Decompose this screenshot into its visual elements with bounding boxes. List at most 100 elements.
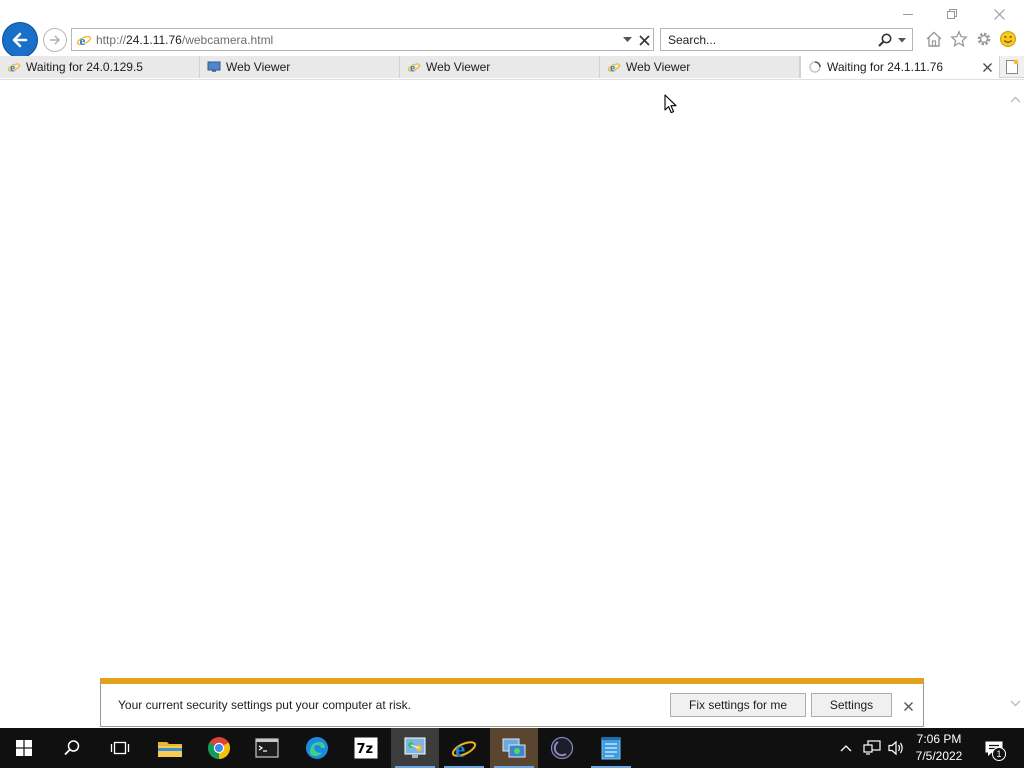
url-protocol: http:// [96,33,127,47]
tab-waiting-24-0-129-5[interactable]: e Waiting for 24.0.129.5 [0,56,200,78]
fix-settings-button[interactable]: Fix settings for me [670,693,806,717]
home-icon [926,31,942,47]
loading-spinner-icon [807,59,823,75]
ie-page-icon: e [606,59,622,75]
taskbar-notepad[interactable] [587,728,635,768]
search-dropdown-icon[interactable] [897,32,907,51]
vertical-scrollbar[interactable] [1006,80,1024,729]
search-icon[interactable] [877,32,893,51]
tab-web-viewer-2[interactable]: e Web Viewer [400,56,600,78]
taskbar-network-manager[interactable] [490,728,538,768]
tab-label: Web Viewer [626,60,691,74]
ie-page-icon: e [406,59,422,75]
notification-close-button[interactable] [900,698,916,714]
tab-label: Web Viewer [426,60,491,74]
clock-time: 7:06 PM [916,732,962,746]
svg-text:e: e [610,62,615,74]
chevron-up-icon [1010,96,1020,102]
tab-label: Web Viewer [226,60,291,74]
tab-close-button[interactable] [979,59,995,75]
address-dropdown-button[interactable] [620,32,634,48]
svg-text:e: e [80,33,86,48]
tab-label: Waiting for 24.0.129.5 [26,60,143,74]
tab-web-viewer-1[interactable]: Web Viewer [200,56,400,78]
obs-icon [550,736,574,760]
windows-logo-icon [16,740,32,756]
tray-overflow-button[interactable] [838,740,854,756]
ie-page-icon: e [6,59,22,75]
svg-text:e: e [410,62,415,74]
tab-web-viewer-3[interactable]: e Web Viewer [600,56,800,78]
ie-page-icon: e [76,32,92,51]
notepad-icon [601,737,621,760]
close-window-button[interactable] [985,4,1013,24]
close-icon [993,8,1005,20]
taskbar-network-tool[interactable] [391,728,439,768]
smiley-icon [1000,31,1016,47]
star-icon [950,30,968,48]
mouse-cursor-icon [664,94,677,114]
tray-network-button[interactable] [862,739,882,757]
svg-text:7z: 7z [357,742,374,757]
feedback-button[interactable] [998,29,1018,49]
favorites-button[interactable] [949,29,969,49]
address-url[interactable]: http://24.1.11.76/webcamera.html [96,33,273,47]
network-map-icon [404,737,426,758]
forward-button[interactable] [43,28,67,52]
scroll-down-button[interactable] [1007,696,1023,710]
network-icon [863,740,881,755]
chevron-down-icon [1010,700,1020,706]
folder-icon [158,742,182,757]
search-icon [64,740,80,756]
tools-button[interactable] [974,29,994,49]
restore-icon [947,9,957,19]
chevron-down-icon [622,37,632,42]
volume-icon [888,740,903,756]
new-tab-button[interactable] [1003,57,1021,77]
7zip-icon: 7z [354,737,378,759]
minimize-button[interactable] [894,4,922,24]
new-tab-icon [1006,59,1019,74]
taskbar-file-explorer[interactable] [146,728,194,768]
tray-volume-button[interactable] [886,739,906,757]
taskbar-clock[interactable]: 7:06 PM 7/5/2022 [908,731,970,765]
chrome-icon [208,737,230,759]
clock-date: 7/5/2022 [915,749,963,763]
svg-text:e: e [10,62,15,74]
security-notification-bar: Your current security settings put your … [100,678,924,727]
taskbar-search-button[interactable] [48,728,96,768]
taskbar-command-prompt[interactable] [243,728,291,768]
chevron-up-icon [840,745,852,752]
scroll-up-button[interactable] [1007,92,1023,106]
address-bar[interactable]: e http://24.1.11.76/webcamera.html [71,28,654,51]
minimize-icon [903,14,913,15]
internet-explorer-icon: e [451,737,477,761]
close-icon [638,34,650,46]
stop-button[interactable] [636,31,652,49]
gear-icon [977,32,991,46]
home-button[interactable] [924,29,944,49]
back-button[interactable] [2,22,38,58]
search-input[interactable] [668,33,868,47]
taskbar-7zip[interactable]: 7z [342,728,390,768]
task-view-icon [110,741,130,755]
start-button[interactable] [0,728,48,768]
taskbar-obs[interactable] [538,728,586,768]
taskbar-chrome[interactable] [195,728,243,768]
browser-chrome: e http://24.1.11.76/webcamera.html Searc… [0,0,1024,80]
search-box[interactable] [660,28,913,51]
command-prompt-icon [255,738,279,758]
web-viewer-icon [206,59,222,75]
task-view-button[interactable] [96,728,144,768]
tab-strip: e Waiting for 24.0.129.5 Web Viewer e We… [0,56,1024,78]
close-icon [903,701,913,711]
tab-waiting-24-1-11-76[interactable]: Waiting for 24.1.11.76 [800,56,1000,78]
taskbar-edge[interactable] [293,728,341,768]
close-icon [982,62,992,72]
taskbar-internet-explorer[interactable]: e [440,728,488,768]
url-path: /webcamera.html [181,33,274,47]
url-host: 24.1.11.76 [126,33,182,47]
settings-button[interactable]: Settings [811,693,892,717]
restore-button[interactable] [938,4,966,24]
forward-arrow-icon [50,35,61,45]
